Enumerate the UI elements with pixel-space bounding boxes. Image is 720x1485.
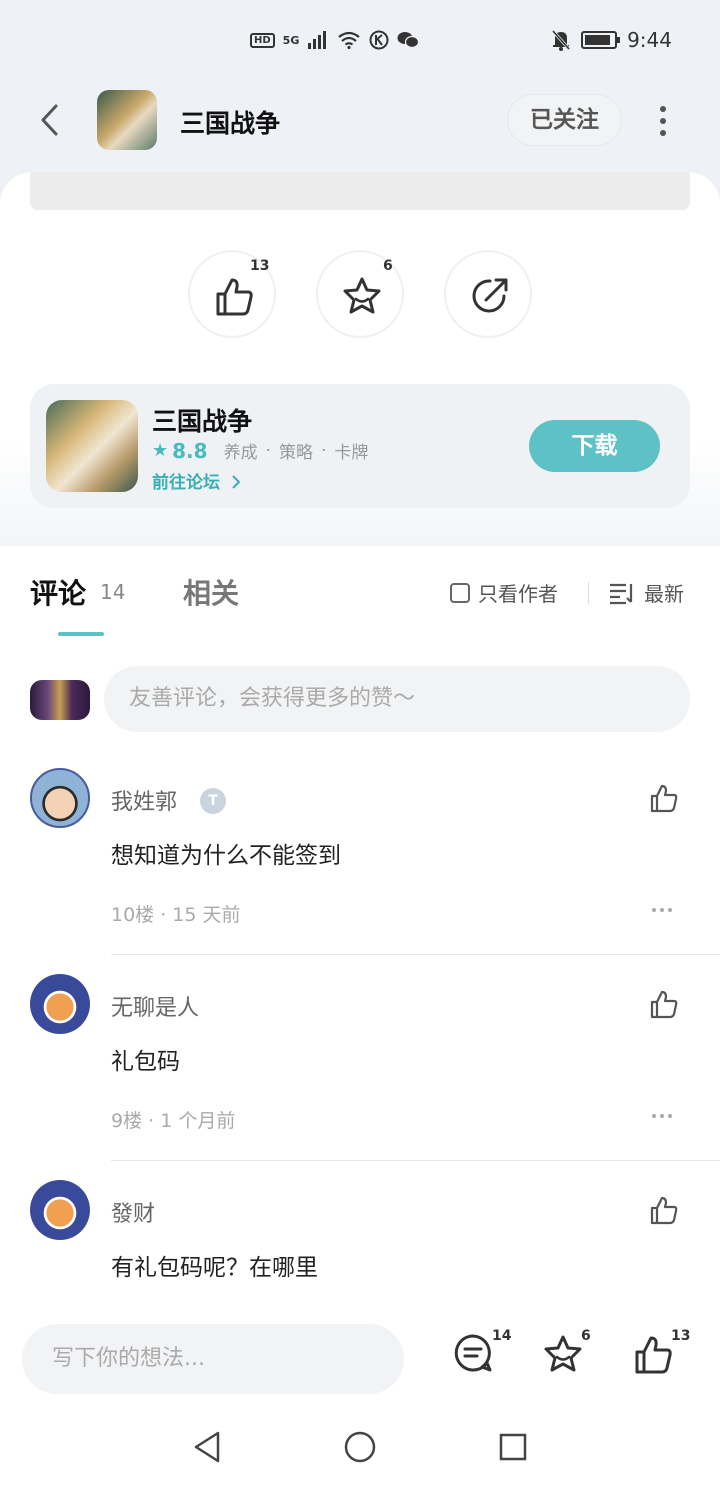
divider [588, 582, 589, 604]
status-icons: HD 5G [250, 30, 420, 50]
hd-badge: HD [250, 32, 275, 48]
tag-separator: · [265, 440, 271, 461]
forum-link[interactable]: 前往论坛 [152, 468, 242, 493]
forum-link-label: 前往论坛 [152, 473, 220, 493]
back-arrow-icon[interactable] [36, 102, 66, 138]
content-placeholder [30, 172, 690, 210]
comment-text: 有礼包码呢？在哪里 [111, 1255, 318, 1281]
comment-username[interactable]: 發财 [111, 1196, 155, 1228]
share-icon [472, 278, 508, 313]
comment-more-icon[interactable] [652, 908, 672, 912]
author-only-filter[interactable]: 只看作者 [450, 578, 558, 607]
favorite-count: 6 [383, 258, 393, 274]
sort-button[interactable]: 最新 [608, 578, 684, 607]
comment-like-icon[interactable] [648, 782, 680, 814]
tab-related[interactable]: 相关 [183, 572, 239, 612]
battery-icon [581, 31, 621, 49]
clock: 9:44 [627, 28, 672, 52]
tag-separator: · [320, 440, 327, 461]
share-button[interactable] [444, 250, 532, 338]
comment-count: 14 [492, 1328, 512, 1344]
comment-text: 想知道为什么不能签到 [111, 843, 341, 869]
comment-item: 我姓郭 T 想知道为什么不能签到 10楼 · 15 天前 [0, 768, 720, 974]
network-label: 5G [282, 33, 300, 47]
game-tag: 策略 [278, 443, 313, 463]
system-nav-bar [0, 1400, 720, 1485]
sort-label: 最新 [644, 582, 684, 606]
author-only-checkbox[interactable] [450, 582, 470, 603]
thumbs-up-icon [216, 278, 253, 316]
download-button[interactable]: 下载 [529, 420, 660, 472]
wifi-icon [338, 31, 361, 49]
wechat-icon [397, 32, 420, 49]
star-icon[interactable] [541, 1332, 585, 1376]
game-meta: ★ 8.8 养成 · 策略 · 卡牌 [152, 438, 369, 464]
user-badge-icon: T [200, 788, 226, 814]
comment-username[interactable]: 无聊是人 [111, 990, 199, 1022]
like-count: 13 [250, 258, 270, 274]
more-options-icon[interactable] [655, 106, 671, 136]
author-only-label: 只看作者 [478, 582, 558, 606]
comment-icon[interactable] [452, 1332, 494, 1374]
bottom-bar: 写下你的想法... 14 6 13 [0, 1304, 720, 1400]
like-count: 13 [671, 1328, 691, 1344]
divider [111, 1160, 720, 1161]
mute-bell-icon [551, 30, 571, 51]
nav-home-icon[interactable] [344, 1430, 376, 1464]
nav-back-icon[interactable] [192, 1430, 222, 1464]
status-right: 9:44 [551, 28, 672, 52]
comments-count: 14 [100, 580, 126, 604]
favorite-count: 6 [581, 1328, 591, 1344]
comments-section: 评论 14 相关 只看作者 最新 友善评论，会获得更多的赞～ 我姓郭 T 想知道… [0, 546, 720, 1306]
rating-star-icon: ★ [152, 440, 169, 461]
reply-input[interactable]: 写下你的想法... [22, 1324, 404, 1394]
comment-text: 礼包码 [111, 1049, 180, 1075]
game-logo[interactable] [97, 90, 157, 150]
game-tag: 养成 [223, 443, 258, 463]
nav-recents-icon[interactable] [498, 1430, 528, 1464]
active-tab-indicator [58, 632, 104, 636]
comment-like-icon[interactable] [648, 1194, 680, 1226]
thumbs-up-icon[interactable] [631, 1332, 675, 1376]
avatar[interactable] [30, 768, 90, 828]
tab-comments[interactable]: 评论 [30, 572, 86, 612]
comment-meta: 9楼 · 1 个月前 [111, 1110, 236, 1132]
avatar[interactable] [30, 1180, 90, 1240]
battery-fill [585, 35, 611, 45]
star-icon [343, 277, 381, 314]
comment-username[interactable]: 我姓郭 [111, 784, 177, 816]
post-content: 13 6 三国战争 ★ 8.8 养成 · 策略 · 卡牌 前往论坛 下载 [0, 172, 720, 546]
game-name: 三国战争 [152, 407, 253, 436]
page-title: 三国战争 [180, 109, 281, 138]
comment-more-icon[interactable] [652, 1114, 672, 1118]
game-card[interactable]: 三国战争 ★ 8.8 养成 · 策略 · 卡牌 前往论坛 下载 [30, 384, 690, 508]
my-avatar [30, 680, 90, 720]
follow-button[interactable]: 已关注 [507, 94, 622, 146]
status-bar: HD 5G 9:44 [0, 0, 720, 80]
game-icon[interactable] [46, 400, 138, 492]
sort-icon [610, 583, 633, 604]
comment-meta: 10楼 · 15 天前 [111, 904, 241, 926]
divider [111, 954, 720, 955]
signal-icon [308, 31, 327, 49]
comment-item: 无聊是人 礼包码 9楼 · 1 个月前 [0, 974, 720, 1180]
game-tag: 卡牌 [334, 443, 369, 463]
avatar[interactable] [30, 974, 90, 1034]
comment-like-icon[interactable] [648, 988, 680, 1020]
comment-item: 發财 有礼包码呢？在哪里 [0, 1180, 720, 1306]
comment-input[interactable]: 友善评论，会获得更多的赞～ [104, 666, 690, 732]
chevron-right-icon [232, 475, 241, 489]
game-rating: 8.8 [172, 438, 208, 463]
k-circle-icon [369, 30, 389, 50]
header: 三国战争 已关注 [0, 80, 720, 160]
